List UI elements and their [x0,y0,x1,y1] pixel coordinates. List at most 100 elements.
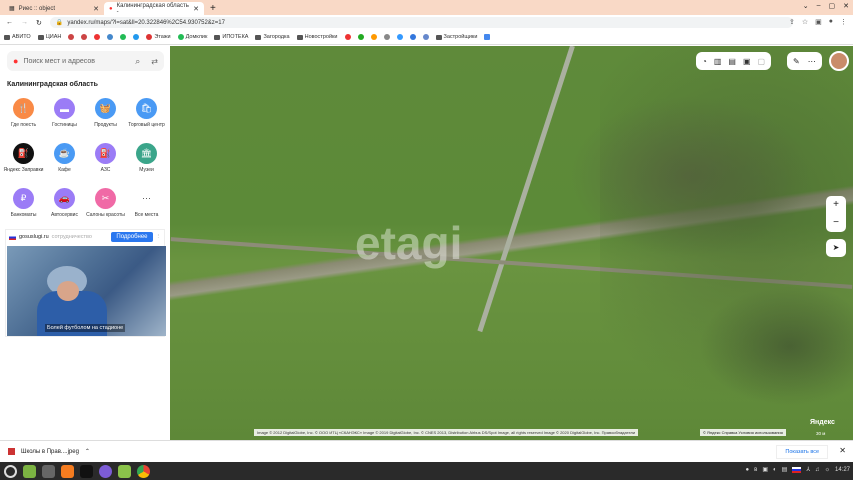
bookmark-icon[interactable] [409,34,416,40]
reload-icon[interactable]: ↻ [36,19,42,27]
panorama-icon[interactable]: ▥ [714,57,722,66]
show-all-button[interactable]: Показать все [776,445,828,459]
download-item[interactable]: Школы в Прав....jpeg [21,449,79,455]
category-item[interactable]: 🍴 Где поесть [3,98,44,139]
folder-icon[interactable] [118,464,131,478]
bookmark-zagorodka[interactable]: Загородка [255,34,290,40]
maximize-icon[interactable]: ▢ [829,2,836,10]
viber-tray-icon[interactable]: ● [746,467,750,473]
ruler-icon[interactable]: ✎ [793,57,800,66]
legal-links[interactable]: © Яндекс Справка Условия использования [700,429,786,436]
close-tab-icon[interactable]: ✕ [193,5,199,13]
layers-icon[interactable]: ◔ [702,57,707,66]
camera-icon[interactable]: ▤ [728,57,736,66]
category-item[interactable]: 🛍 Торговый центр [126,98,167,139]
bookmark-domclick[interactable]: Домклик [177,34,207,40]
category-item[interactable]: 🏛 Музеи [126,143,167,184]
search-icon[interactable]: ⌕ [135,56,140,67]
viber-icon[interactable] [99,464,112,478]
category-item[interactable]: ⛽ АЗС [85,143,126,184]
bookmark-ipoteka[interactable]: ИПОТЕКА [214,34,248,40]
category-icon: ⛽ [95,143,116,164]
route-icon[interactable]: ⇄ [151,57,158,66]
bookmark-icon[interactable] [81,34,88,40]
category-item[interactable]: ☕ Кафе [44,143,85,184]
traffic-icon[interactable]: ▢ [758,57,766,66]
bookmark-icon[interactable] [357,34,364,40]
extensions-icon[interactable]: ▣ [815,18,822,26]
bookmark-etazhi[interactable]: Этажи [146,34,171,40]
terminal-icon[interactable] [80,464,93,478]
ad-source: gosuslugi.ru [19,234,49,240]
profile-icon[interactable]: ● [829,18,833,26]
bookmark-icon[interactable] [133,34,140,40]
brightness-icon[interactable]: ☼ [824,467,830,473]
update-icon[interactable]: ◐ [773,467,777,473]
bookmark-cian[interactable]: ЦИАН [37,34,61,40]
category-item[interactable]: 🚗 Автосервис [44,188,85,229]
new-tab-button[interactable]: + [210,2,216,15]
star-icon[interactable]: ☆ [802,18,808,26]
minimize-icon[interactable]: – [817,2,821,10]
bookmark-icon[interactable] [383,34,390,40]
zoom-in-button[interactable]: + [833,196,839,214]
chrome-icon[interactable] [137,464,150,478]
chevron-down-icon[interactable]: ⌄ [803,2,809,10]
ad-card[interactable]: gosuslugi.ru сотрудничество Подробнее ⋮ … [5,229,166,337]
bookmark-novostroyki[interactable]: Новостройки [296,34,338,40]
tab-yandex-maps[interactable]: ● Калининградская область - ✕ [104,2,204,15]
more-icon[interactable]: ⋯ [808,57,816,66]
chevron-up-icon[interactable]: ⌃ [85,448,90,455]
desktop-icon[interactable] [23,464,36,478]
menu-icon[interactable]: ⋮ [840,18,847,26]
share-icon[interactable]: ⇪ [789,18,795,26]
bookmark-icon[interactable] [120,34,127,40]
url-bar[interactable]: 🔒 yandex.ru/maps/?l=sat&ll=20.322846%2C54… [49,17,793,28]
category-item[interactable]: 🧺 Продукты [85,98,126,139]
more-icon[interactable]: ⋮ [156,234,162,240]
geolocation-button[interactable]: ➤ [826,239,846,257]
bookmark-icon[interactable] [396,34,403,40]
category-item[interactable]: ▬ Гостиницы [44,98,85,139]
bookmark-icon[interactable] [370,34,377,40]
avatar[interactable] [829,51,849,71]
bluetooth-icon[interactable]: ʙ [754,467,757,473]
close-tab-icon[interactable]: ✕ [93,5,99,13]
menu-icon[interactable] [4,464,17,478]
category-item[interactable]: ⛽ Яндекс Заправки [3,143,44,184]
back-icon[interactable]: ← [6,19,13,26]
bookmark-icon[interactable] [94,34,101,40]
category-item[interactable]: ✂ Салоны красоты [85,188,126,229]
bookmark-icon[interactable] [484,34,491,40]
printer-icon[interactable]: ▤ [782,466,788,473]
transport-icon[interactable]: ▣ [743,57,751,66]
close-icon[interactable]: ✕ [839,446,846,455]
bookmark-icon[interactable] [107,34,114,40]
file-icon [8,448,15,455]
bookmark-avito[interactable]: АВИТО [4,34,31,40]
clipboard-icon[interactable]: ▣ [762,466,768,473]
zoom-out-button[interactable]: − [833,214,839,232]
details-button[interactable]: Подробнее [111,232,153,242]
system-tray: ● ʙ ▣ ◐ ▤ ⅄ ♫ ☼ 14:27 [746,466,850,473]
category-item[interactable]: ⋯ Все места [126,188,167,229]
app-icon[interactable] [61,464,74,478]
forward-icon[interactable]: → [21,19,28,26]
flag-icon[interactable] [792,466,802,473]
close-window-icon[interactable]: ✕ [843,2,849,10]
bookmarks-bar: АВИТО ЦИАН Этажи Домклик ИПОТЕКА Загород… [0,30,853,45]
bookmark-icon[interactable] [68,34,75,40]
calculator-icon[interactable] [42,464,55,478]
bookmark-icon[interactable] [344,34,351,40]
search-input[interactable]: ● Поиск мест и адресов ⌕ ⇄ [7,51,164,71]
category-item[interactable]: ₽ Банкоматы [3,188,44,229]
bookmark-zastroyshchiki[interactable]: Застройщики [435,34,477,40]
satellite-map[interactable]: etagi ◔ ▥ ▤ ▣ ▢ ✎ ⋯ + − ➤ Яндекс Image ©… [170,46,853,440]
ad-image[interactable]: Болей футболом на стадионе [7,246,166,336]
bookmark-icon[interactable] [422,34,429,40]
category-icon: ⛽ [13,143,34,164]
sound-icon[interactable]: ♫ [815,467,820,473]
tab-riess[interactable]: ▦ Риес :: object ✕ [4,2,104,15]
network-icon[interactable]: ⅄ [806,466,810,473]
clock[interactable]: 14:27 [835,467,850,473]
